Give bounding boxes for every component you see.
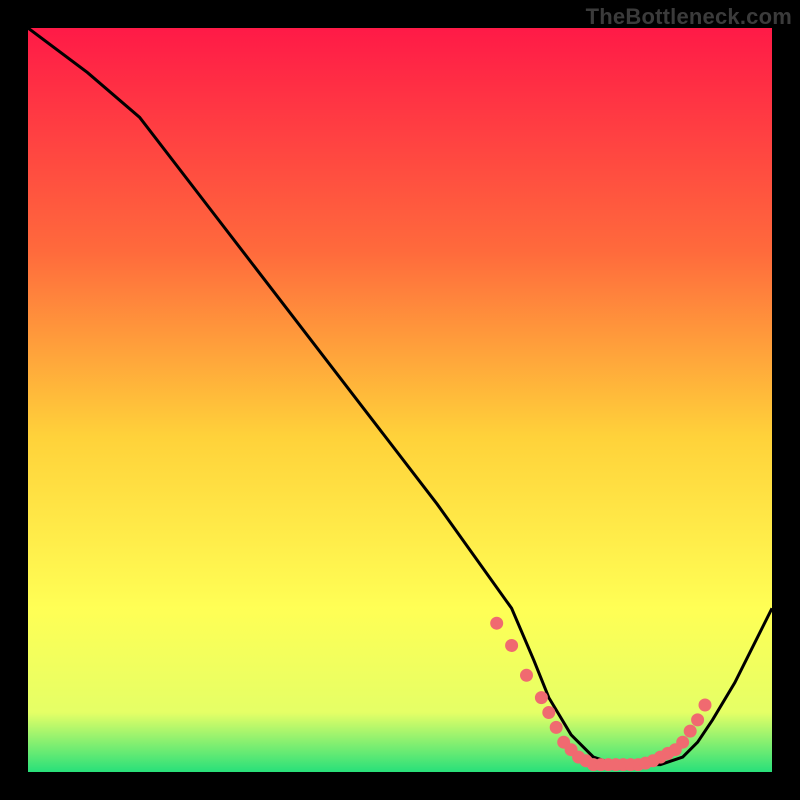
plot-area <box>28 28 772 772</box>
highlight-dot <box>535 692 547 704</box>
chart-container: TheBottleneck.com <box>0 0 800 800</box>
highlight-dot <box>543 707 555 719</box>
watermark-text: TheBottleneck.com <box>586 4 792 30</box>
highlight-dot <box>692 714 704 726</box>
highlight-dot <box>677 736 689 748</box>
highlight-dot <box>699 699 711 711</box>
gradient-background <box>28 28 772 772</box>
highlight-dot <box>521 669 533 681</box>
highlight-dot <box>684 725 696 737</box>
plot-svg <box>28 28 772 772</box>
highlight-dot <box>550 721 562 733</box>
highlight-dot <box>491 617 503 629</box>
highlight-dot <box>506 640 518 652</box>
